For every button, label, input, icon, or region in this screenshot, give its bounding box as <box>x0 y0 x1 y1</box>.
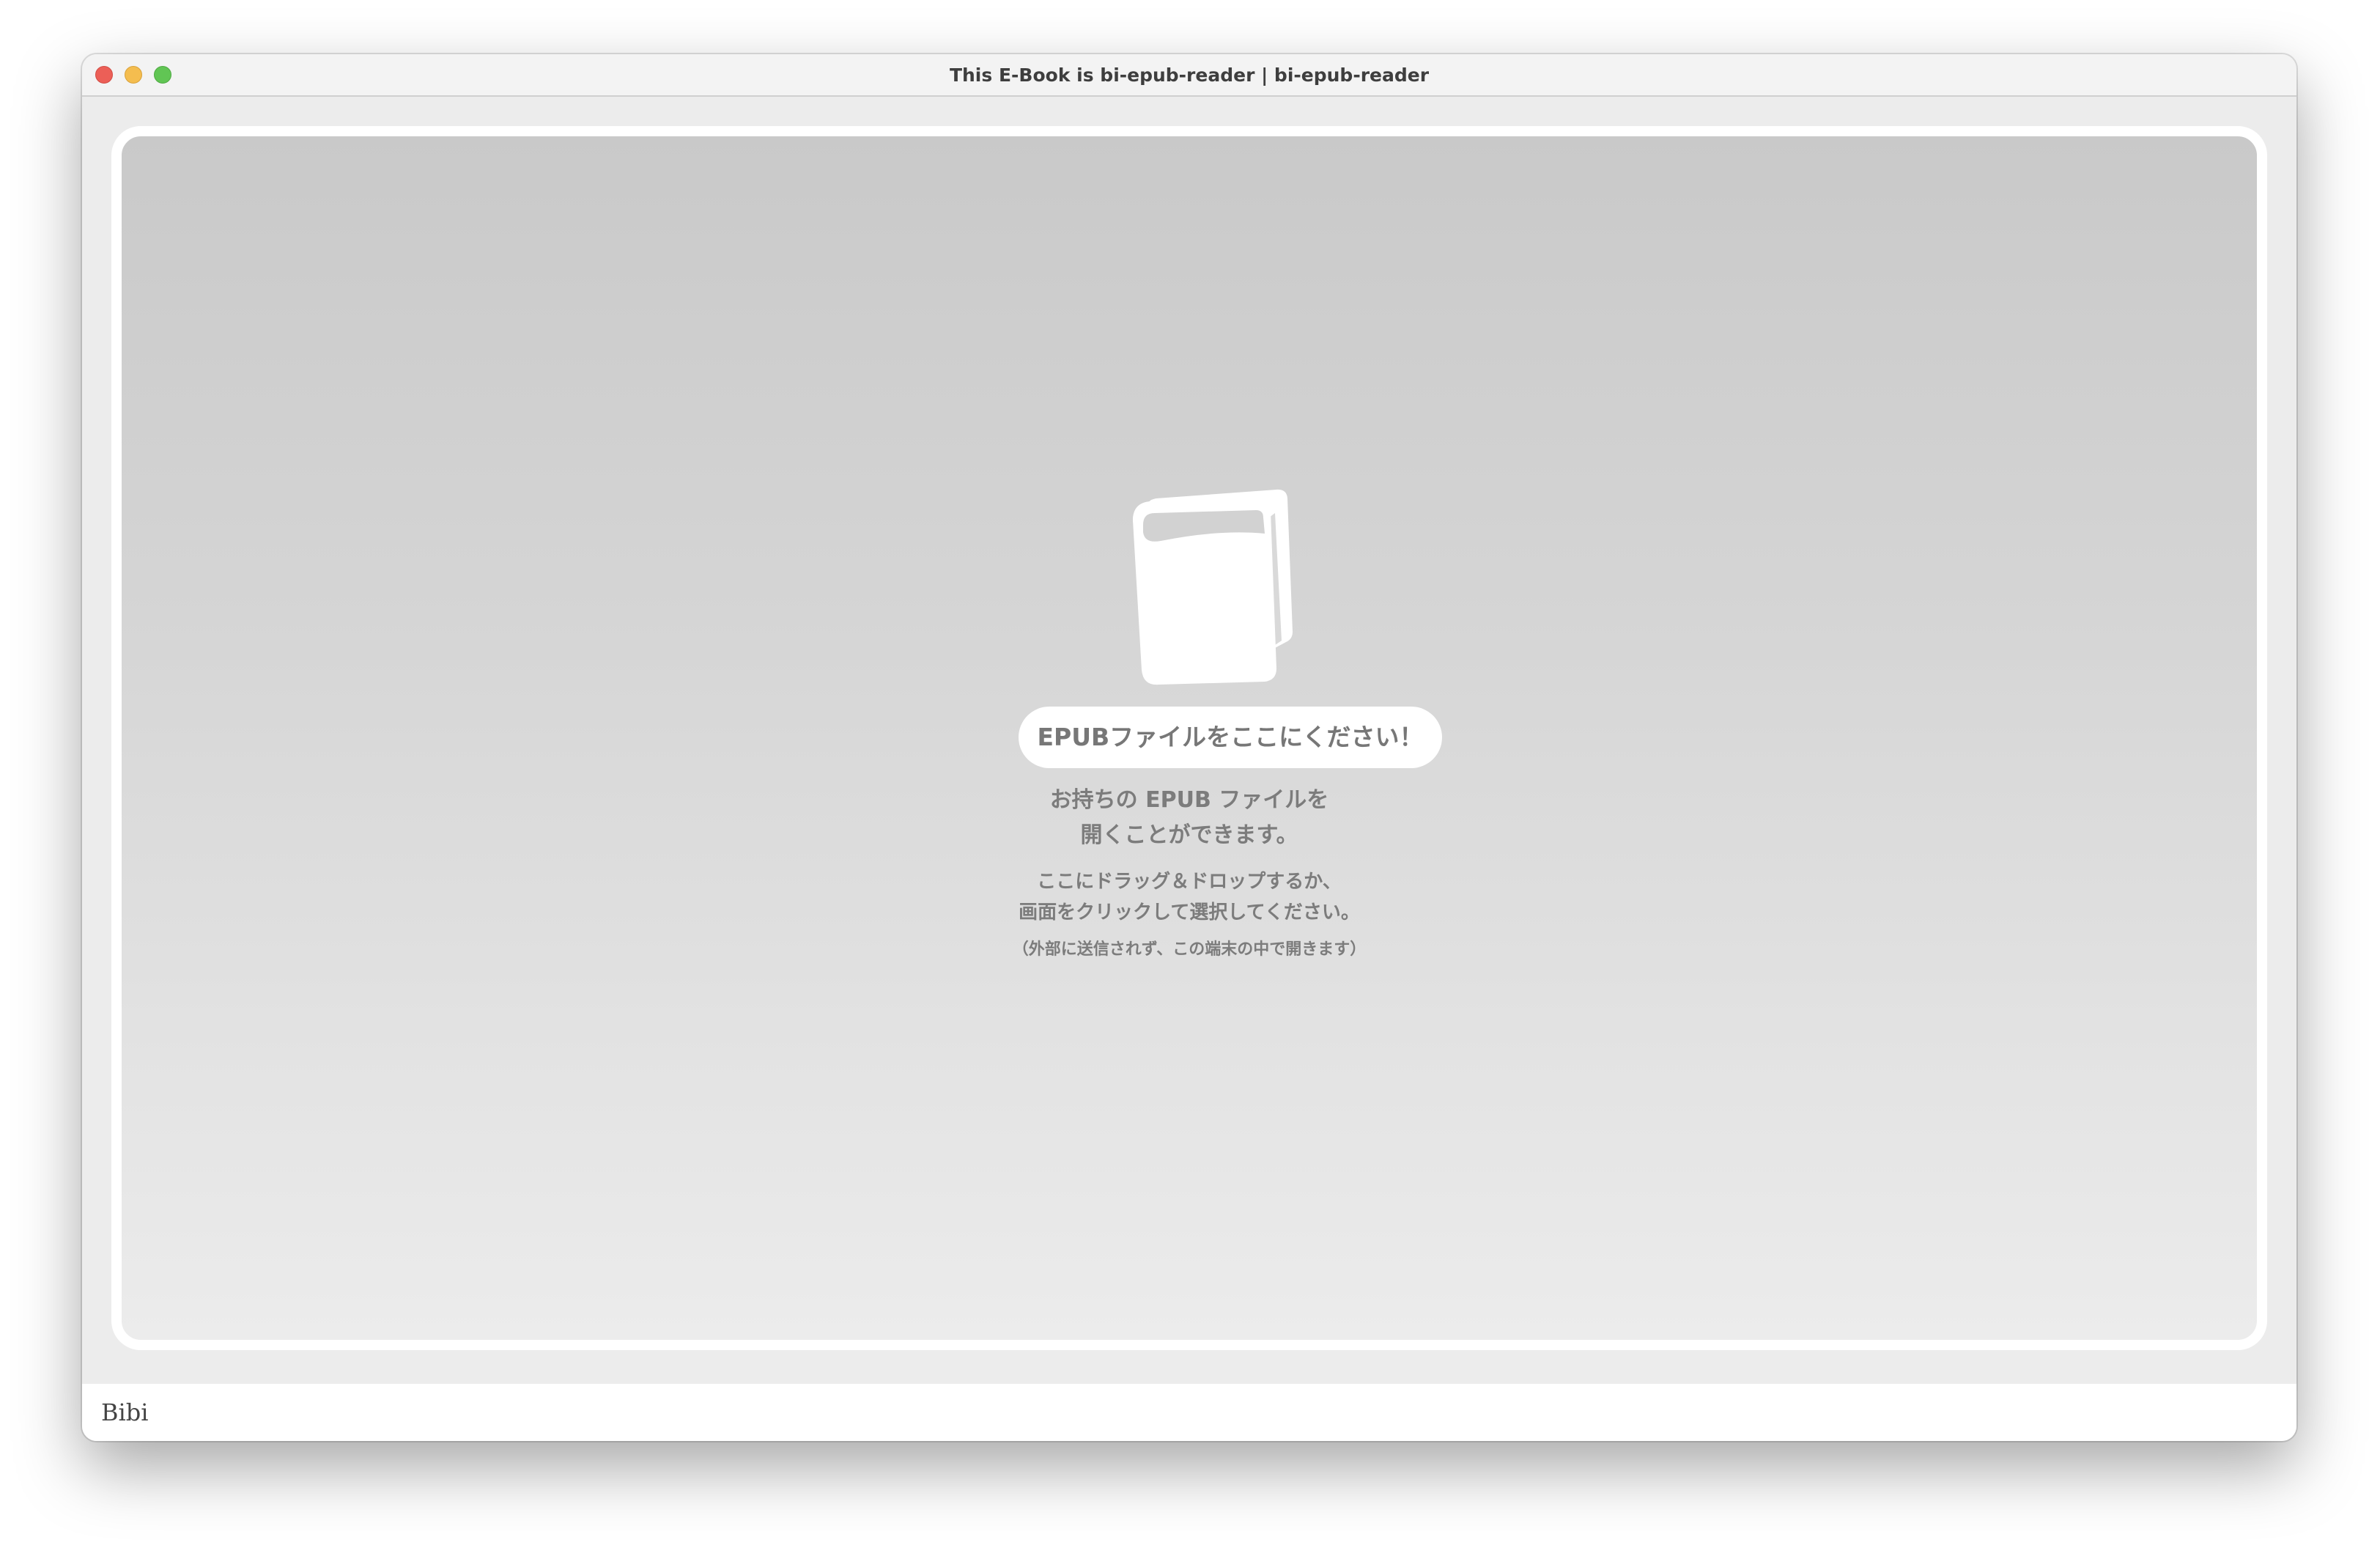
window-title: This E-Book is bi-epub-reader | bi-epub-… <box>949 64 1430 86</box>
reader-content: EPUBファイルをここにください！ お持ちの EPUB ファイルを 開くことがで… <box>82 97 2296 1384</box>
drop-headline: EPUBファイルをここにください！ <box>1019 707 1442 768</box>
title-bar[interactable]: This E-Book is bi-epub-reader | bi-epub-… <box>82 54 2296 97</box>
description-line-1: お持ちの EPUB ファイルを <box>1049 787 1329 813</box>
footer-bar: Bibi <box>82 1384 2296 1441</box>
epub-drop-zone[interactable]: EPUBファイルをここにください！ お持ちの EPUB ファイルを 開くことがで… <box>111 126 2267 1350</box>
description-line-2: 開くことができます。 <box>1080 822 1298 848</box>
instruction-line-2: 画面をクリックして選択してください。 <box>1019 902 1360 924</box>
book-icon <box>1133 489 1293 685</box>
instruction-line-1: ここにドラッグ＆ドロップするか、 <box>1037 871 1342 893</box>
app-window: This E-Book is bi-epub-reader | bi-epub-… <box>82 54 2296 1441</box>
brand-logo-text[interactable]: Bibi <box>101 1384 148 1441</box>
privacy-note: （外部に送信されず、この端末の中で開きます） <box>1012 940 1367 959</box>
